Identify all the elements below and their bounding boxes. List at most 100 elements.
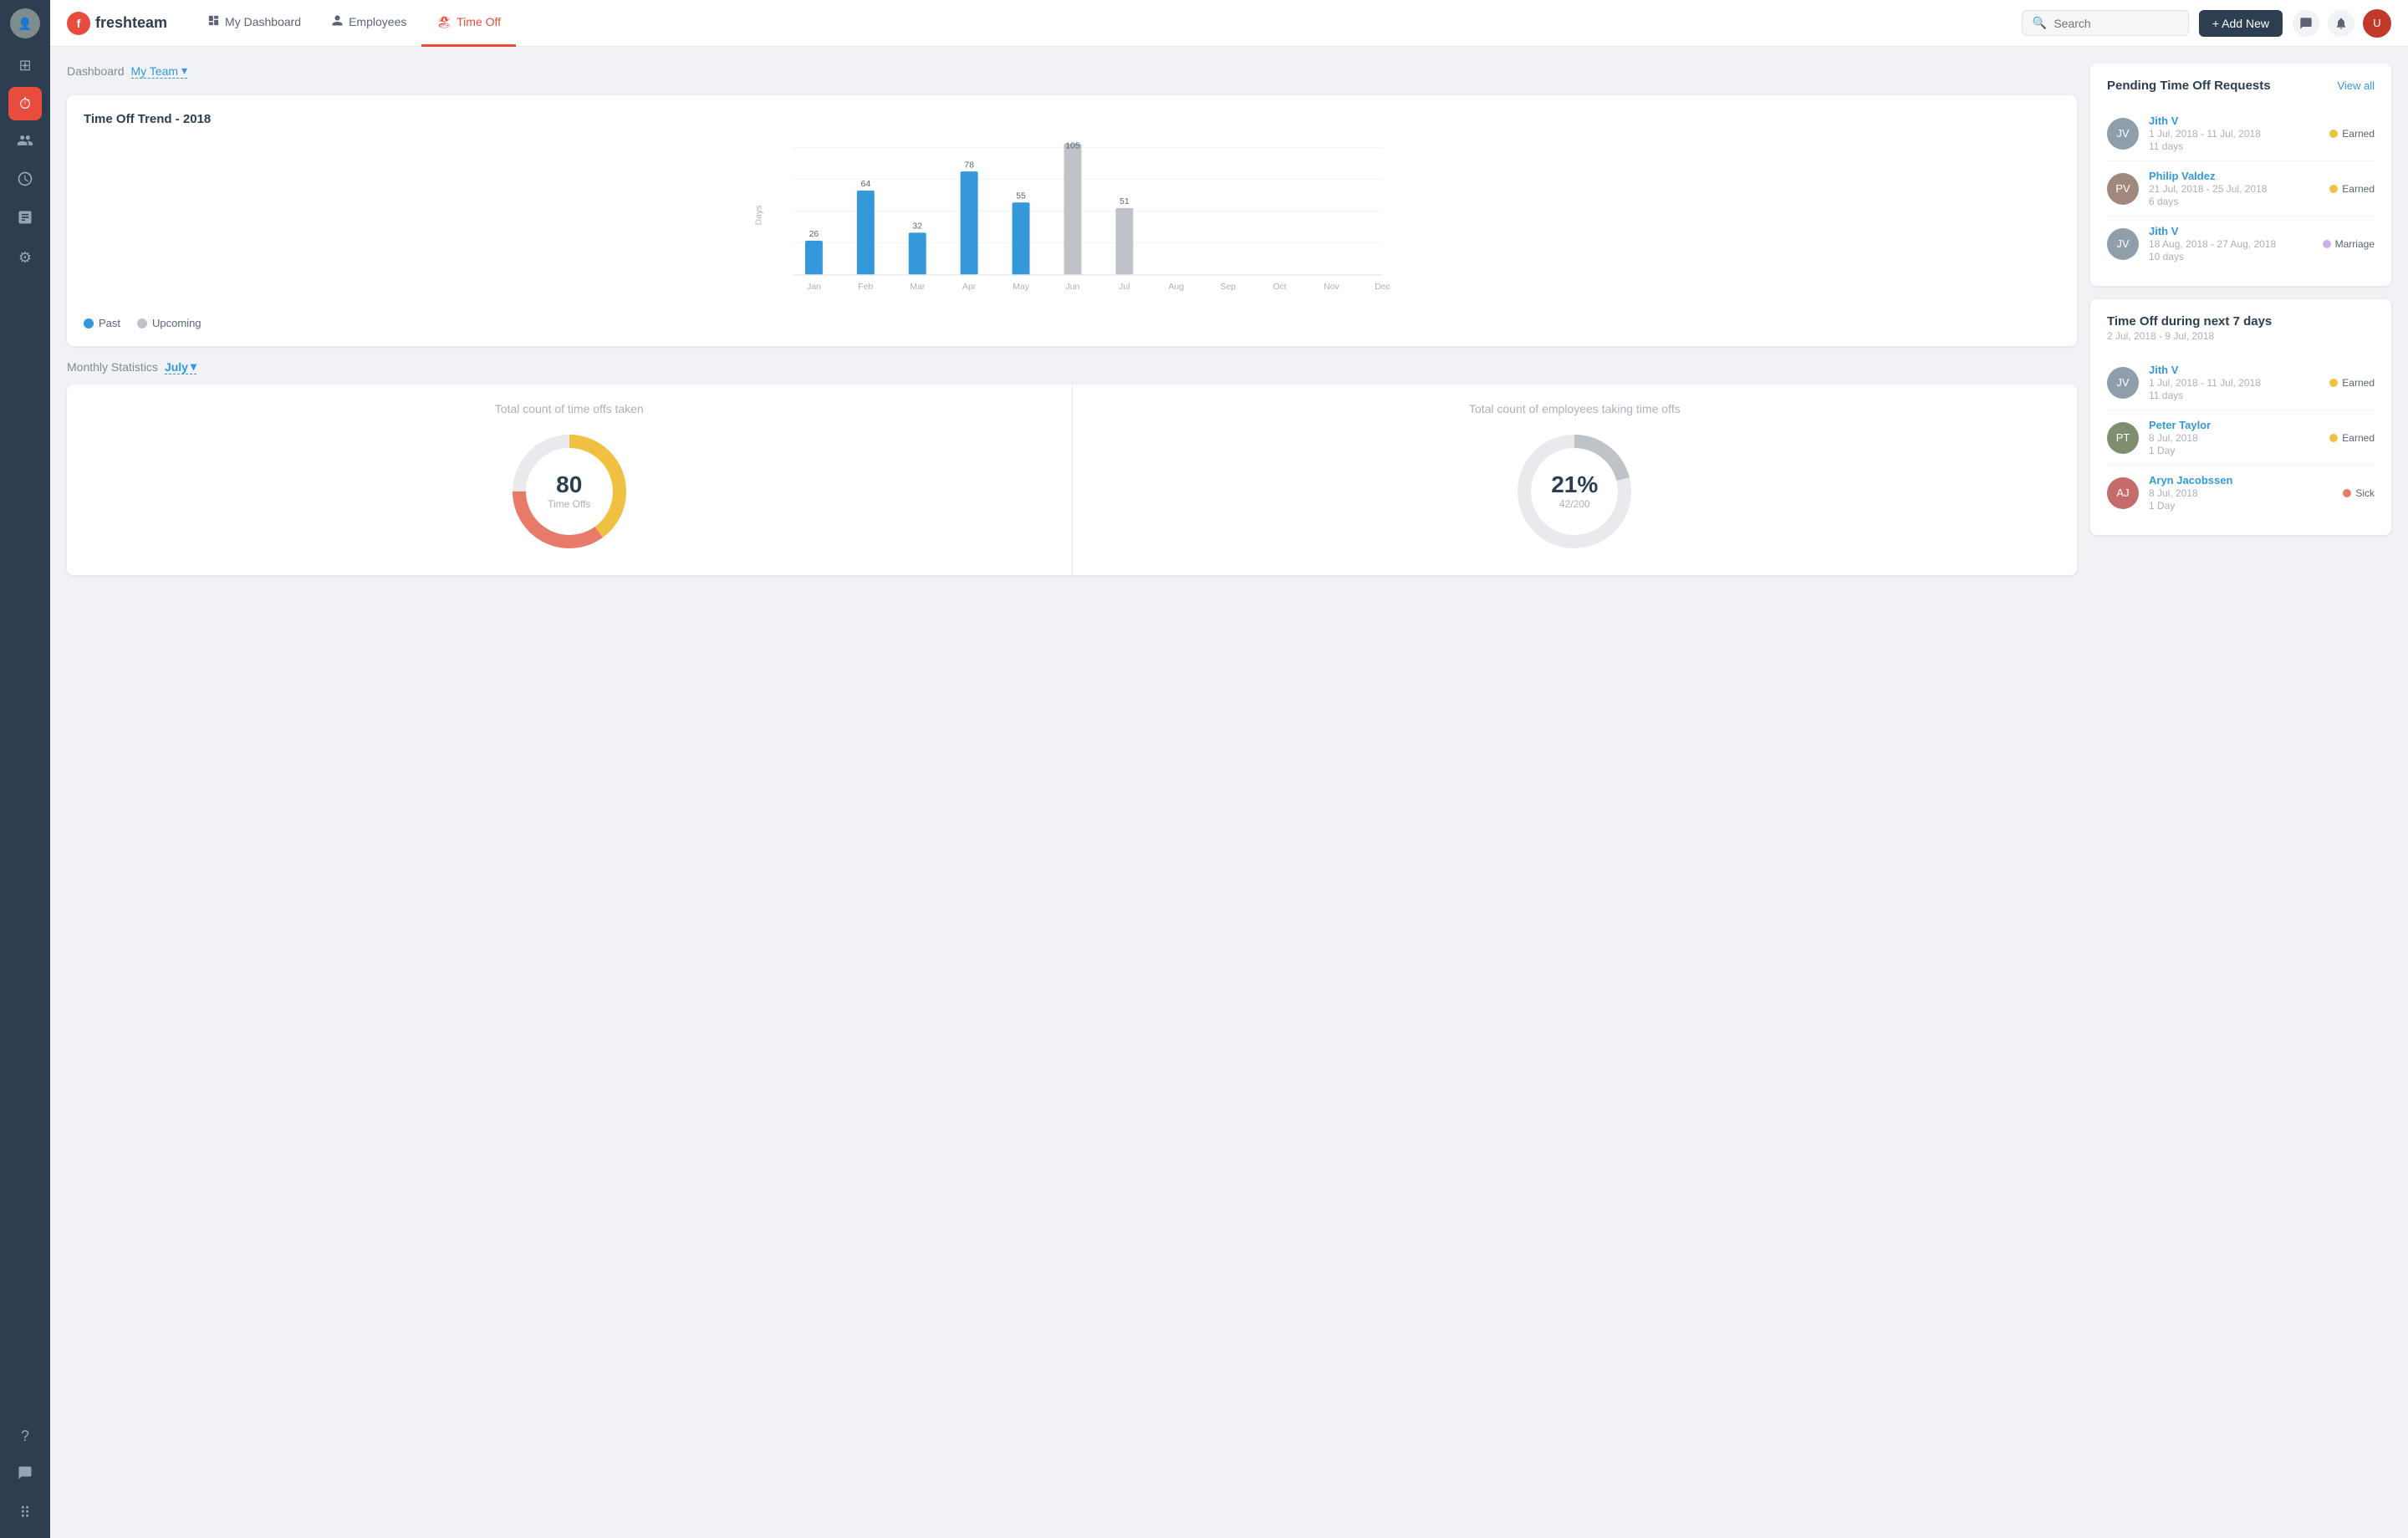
search-input[interactable]: [2053, 17, 2178, 30]
sidebar-icon-alarm[interactable]: [8, 164, 42, 197]
trend-chart-title: Time Off Trend - 2018: [84, 112, 2060, 126]
sidebar-icon-help[interactable]: ?: [8, 1419, 42, 1453]
next7-name-1[interactable]: Peter Taylor: [2149, 419, 2319, 431]
pending-badge-label-1: Earned: [2342, 183, 2375, 195]
top-navigation: f freshteam My Dashboard Employees 🏖 Tim…: [50, 0, 2408, 47]
monthly-stats-month: July: [165, 360, 188, 374]
next7-dates-2: 8 Jul, 2018: [2149, 487, 2333, 499]
help-icon: ?: [21, 1428, 29, 1445]
pending-badge-dot-2: [2323, 240, 2331, 248]
svg-text:105: 105: [1065, 141, 1080, 150]
pending-request-item-0: JV Jith V 1 Jul, 2018 - 11 Jul, 2018 11 …: [2107, 106, 2375, 161]
svg-text:64: 64: [861, 180, 871, 189]
svg-text:Aug: Aug: [1168, 283, 1184, 292]
next7-item-2: AJ Aryn Jacobssen 8 Jul, 2018 1 Day Sick: [2107, 466, 2375, 520]
pending-view-all[interactable]: View all: [2337, 79, 2375, 92]
legend-past: Past: [84, 317, 120, 329]
legend-past-label: Past: [99, 317, 120, 329]
svg-text:32: 32: [912, 222, 922, 232]
next7-name-2[interactable]: Aryn Jacobssen: [2149, 474, 2333, 486]
timeoffs-sublabel: Time Offs: [548, 498, 590, 510]
home-icon: ⊞: [18, 57, 31, 74]
pending-avatar-1: PV: [2107, 173, 2139, 205]
next7-avatar-1: PT: [2107, 422, 2139, 454]
next7-days-0: 11 days: [2149, 390, 2319, 401]
sidebar-icon-settings[interactable]: ⚙: [8, 241, 42, 274]
nav-employees[interactable]: Employees: [316, 0, 421, 47]
nav-my-dashboard[interactable]: My Dashboard: [192, 0, 316, 47]
breadcrumb-label: Dashboard: [67, 64, 125, 78]
sidebar-icon-grid[interactable]: ⠿: [8, 1496, 42, 1530]
next7-badge-0: Earned: [2329, 377, 2375, 389]
svg-text:May: May: [1013, 283, 1030, 292]
next7-badge-2: Sick: [2343, 487, 2375, 499]
chat-icon: [18, 1465, 33, 1485]
next7-info-1: Peter Taylor 8 Jul, 2018 1 Day: [2149, 419, 2319, 456]
next7-item-0: JV Jith V 1 Jul, 2018 - 11 Jul, 2018 11 …: [2107, 355, 2375, 410]
next7days-title: Time Off during next 7 days: [2107, 314, 2272, 328]
timeoffs-donut: 80 Time Offs: [503, 425, 636, 558]
my-team-label: My Team: [131, 64, 179, 78]
alarm-icon: [17, 171, 33, 191]
search-icon: 🔍: [2033, 16, 2047, 30]
bar-feb-past: [857, 191, 875, 275]
pending-dates-2: 18 Aug, 2018 - 27 Aug, 2018: [2149, 238, 2313, 250]
sidebar-icon-home[interactable]: ⊞: [8, 48, 42, 82]
svg-text:Days: Days: [755, 206, 764, 226]
svg-text:51: 51: [1120, 197, 1130, 206]
next7days-header: Time Off during next 7 days 2 Jul, 2018 …: [2107, 314, 2375, 342]
sidebar-icon-timeoff[interactable]: ⏱: [8, 87, 42, 120]
content-left: Dashboard My Team ▾ Time Off Trend - 201…: [67, 64, 2077, 1521]
trend-chart-area: Days 26 64 32 78: [84, 140, 2060, 307]
sidebar-icon-chart[interactable]: [8, 202, 42, 236]
sidebar-icon-people[interactable]: [8, 125, 42, 159]
notifications-chat-icon[interactable]: [2293, 10, 2319, 37]
pending-info-0: Jith V 1 Jul, 2018 - 11 Jul, 2018 11 day…: [2149, 115, 2319, 152]
pending-request-item-1: PV Philip Valdez 21 Jul, 2018 - 25 Jul, …: [2107, 161, 2375, 216]
pending-badge-label-0: Earned: [2342, 128, 2375, 140]
pending-days-1: 6 days: [2149, 196, 2319, 207]
next7-name-0[interactable]: Jith V: [2149, 364, 2319, 376]
employees-donut: 21% 42/200: [1508, 425, 1641, 558]
add-new-button[interactable]: + Add New: [2199, 10, 2283, 37]
chart-icon: [17, 209, 33, 230]
next7-badge-label-1: Earned: [2342, 432, 2375, 444]
next7days-title-group: Time Off during next 7 days 2 Jul, 2018 …: [2107, 314, 2272, 342]
monthly-dropdown-arrow: ▾: [191, 359, 196, 374]
nav-my-dashboard-label: My Dashboard: [225, 15, 301, 28]
svg-text:Jul: Jul: [1119, 283, 1130, 292]
pending-info-1: Philip Valdez 21 Jul, 2018 - 25 Jul, 201…: [2149, 170, 2319, 207]
next7-badge-1: Earned: [2329, 432, 2375, 444]
legend-upcoming: Upcoming: [137, 317, 202, 329]
user-avatar[interactable]: U: [2363, 9, 2391, 38]
pending-name-2[interactable]: Jith V: [2149, 225, 2313, 237]
monthly-stats-dropdown[interactable]: July ▾: [165, 359, 196, 374]
svg-text:Mar: Mar: [910, 283, 926, 292]
pending-days-2: 10 days: [2149, 251, 2313, 262]
next7-avatar-0: JV: [2107, 367, 2139, 399]
pending-name-1[interactable]: Philip Valdez: [2149, 170, 2319, 182]
bell-icon[interactable]: [2328, 10, 2354, 37]
bar-jul-upcoming: [1115, 208, 1133, 275]
sidebar-user-avatar[interactable]: 👤: [10, 8, 40, 38]
sidebar-icon-chat[interactable]: [8, 1458, 42, 1491]
pending-requests-title-group: Pending Time Off Requests: [2107, 79, 2271, 93]
monthly-stats-card: Total count of time offs taken: [67, 384, 2077, 575]
next7-badge-label-0: Earned: [2342, 377, 2375, 389]
trend-chart-svg: Days 26 64 32 78: [84, 140, 2060, 307]
total-timeoffs-box: Total count of time offs taken: [67, 384, 1073, 575]
grid-icon: ⠿: [19, 1505, 30, 1522]
svg-text:Jun: Jun: [1066, 283, 1080, 292]
svg-text:Apr: Apr: [962, 283, 977, 292]
next7-badge-dot-2: [2343, 489, 2351, 497]
pending-request-item-2: JV Jith V 18 Aug, 2018 - 27 Aug, 2018 10…: [2107, 216, 2375, 271]
timeoff-nav-icon: 🏖: [436, 15, 452, 29]
nav-links: My Dashboard Employees 🏖 Time Off: [192, 0, 516, 47]
logo-icon: f: [67, 12, 90, 35]
my-team-dropdown[interactable]: My Team ▾: [131, 64, 188, 79]
search-box[interactable]: 🔍: [2022, 10, 2189, 36]
pending-name-0[interactable]: Jith V: [2149, 115, 2319, 127]
pending-badge-label-2: Marriage: [2335, 238, 2375, 250]
nav-timeoff[interactable]: 🏖 Time Off: [421, 0, 516, 47]
pending-badge-0: Earned: [2329, 128, 2375, 140]
